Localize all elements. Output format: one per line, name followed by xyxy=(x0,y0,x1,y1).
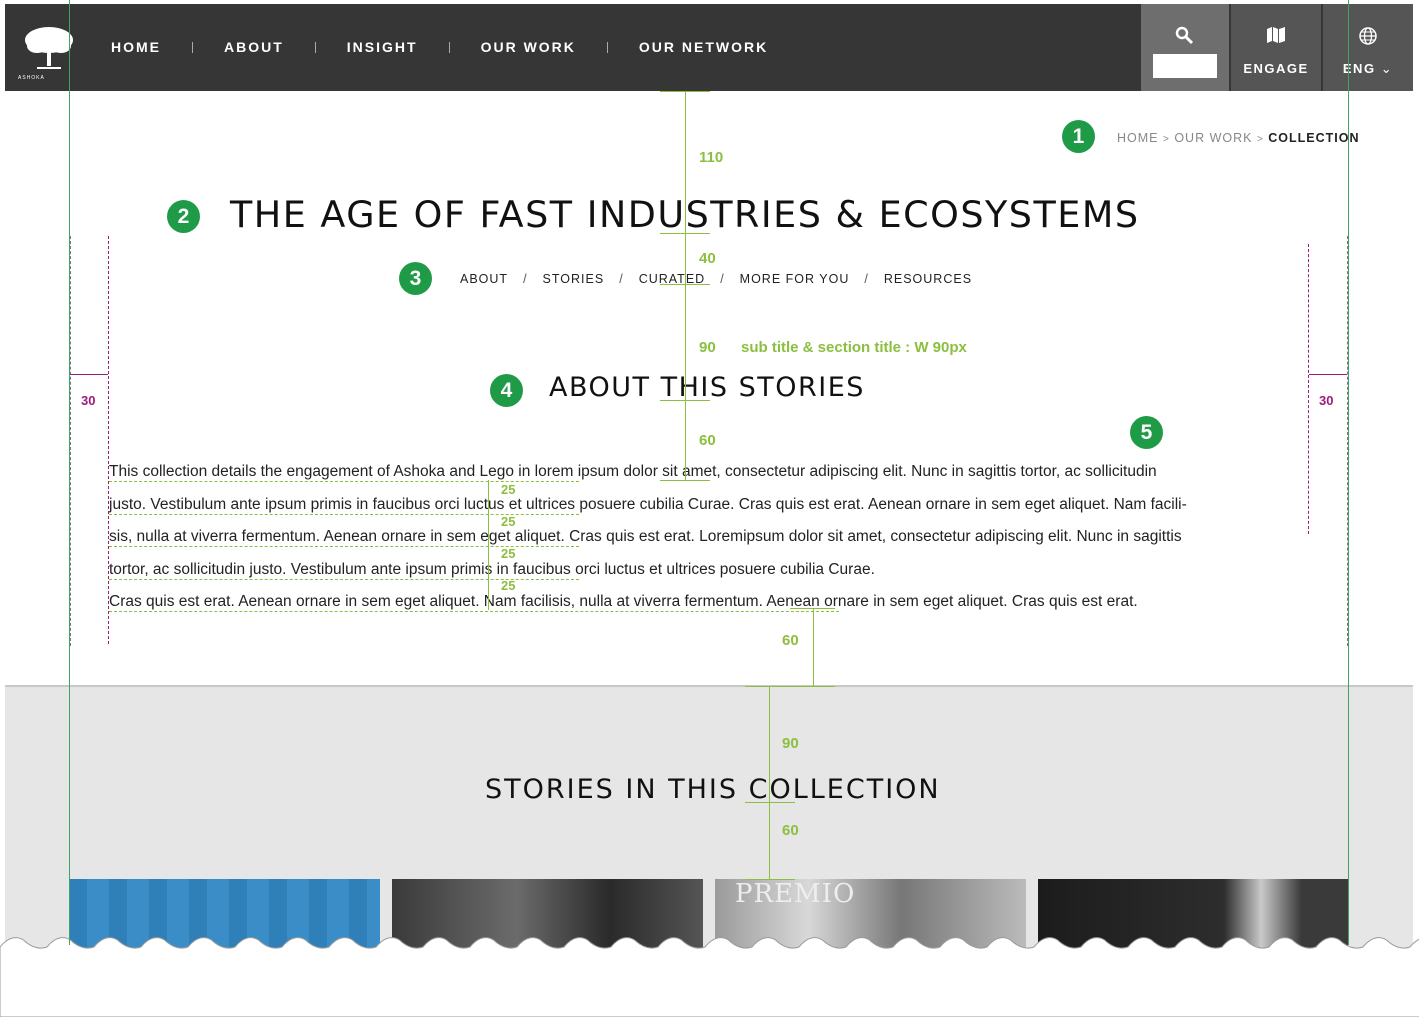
description-line: sis, nulla at viverra fermentum. Aenean … xyxy=(109,526,1312,559)
annotation-badge-5: 5 xyxy=(1130,416,1163,449)
spacing-60: 60 xyxy=(699,432,716,449)
description-line: This collection details the engagement o… xyxy=(109,461,1312,494)
description-line: justo. Vestibulum ante ipsum primis in f… xyxy=(109,494,1312,527)
stories-section-title: STORIES IN THIS COLLECTION xyxy=(485,774,941,805)
torn-edge-divider xyxy=(0,937,1419,1017)
nav-item-about[interactable]: ABOUT xyxy=(220,39,288,55)
padding-guide-right xyxy=(1308,244,1309,534)
measure-tick xyxy=(745,686,835,687)
annotation-badge-1: 1 xyxy=(1062,120,1095,153)
measure-line-vertical xyxy=(685,91,686,481)
measure-tick xyxy=(660,400,710,401)
breadcrumb-home[interactable]: HOME xyxy=(1117,131,1159,145)
spacing-90: 90 xyxy=(782,735,799,752)
section-title: ABOUT THIS STORIES xyxy=(549,372,865,403)
nav-item-home[interactable]: HOME xyxy=(107,39,165,55)
padding-marker-right xyxy=(1309,374,1347,375)
spacing-90: 90 xyxy=(699,339,716,356)
grid-guide-right xyxy=(1348,0,1349,945)
padding-marker-left xyxy=(70,374,108,375)
nav-item-our-work[interactable]: OUR WORK xyxy=(477,39,580,55)
subnav-item-stories[interactable]: STORIES xyxy=(543,272,605,286)
breadcrumb-our-work[interactable]: OUR WORK xyxy=(1174,131,1252,145)
measure-tick xyxy=(660,233,710,234)
collection-description: This collection details the engagement o… xyxy=(109,461,1312,624)
container-edge-right xyxy=(1347,236,1348,646)
nav-divider xyxy=(314,41,316,53)
story-card-3-image-text: PREMIO xyxy=(735,879,856,909)
description-line: Cras quis est erat. Aenean ornare in sem… xyxy=(109,591,1312,624)
nav-item-our-network[interactable]: OUR NETWORK xyxy=(635,39,772,55)
nav-divider xyxy=(448,41,450,53)
padding-left-value: 30 xyxy=(81,393,96,408)
spacing-60: 60 xyxy=(782,822,799,839)
padding-right-value: 30 xyxy=(1319,393,1334,408)
main-nav: HOME ABOUT INSIGHT OUR WORK OUR NETWORK xyxy=(107,39,772,55)
breadcrumb-current: COLLECTION xyxy=(1268,131,1360,145)
measure-line-vertical xyxy=(813,608,814,686)
language-label: ENG ⌄ xyxy=(1323,61,1413,77)
measure-tick xyxy=(660,480,710,481)
container-edge-left xyxy=(70,236,71,646)
search-icon[interactable] xyxy=(1141,26,1229,46)
subnav-item-resources[interactable]: RESOURCES xyxy=(884,272,972,286)
subnav-item-about[interactable]: ABOUT xyxy=(460,272,508,286)
line-height-25: 25 xyxy=(501,482,516,497)
nav-divider xyxy=(192,41,193,53)
globe-icon xyxy=(1323,26,1413,46)
subnav-separator: / xyxy=(720,272,725,286)
map-icon xyxy=(1231,26,1321,44)
header-tools: ENGAGE ENG ⌄ xyxy=(1139,4,1413,91)
search-input[interactable] xyxy=(1153,54,1217,78)
spacing-60: 60 xyxy=(782,632,799,649)
chevron-down-icon: ⌄ xyxy=(1380,61,1394,76)
measure-tick xyxy=(660,91,710,92)
nav-item-insight[interactable]: INSIGHT xyxy=(343,39,422,55)
search-tool[interactable] xyxy=(1141,4,1229,91)
annotation-badge-3: 3 xyxy=(399,262,432,295)
breadcrumb: HOME > OUR WORK > COLLECTION xyxy=(1117,131,1360,145)
measure-tick xyxy=(660,284,710,285)
breadcrumb-separator: > xyxy=(1162,134,1170,145)
subnav-separator: / xyxy=(523,272,528,286)
measure-tick xyxy=(745,802,795,803)
line-height-25: 25 xyxy=(501,546,516,561)
measure-tick xyxy=(745,879,795,880)
language-selector[interactable]: ENG ⌄ xyxy=(1323,4,1413,91)
ashoka-tree-logo-icon[interactable] xyxy=(23,22,75,74)
measure-line-vertical xyxy=(769,686,770,879)
annotation-badge-2: 2 xyxy=(167,200,200,233)
engage-label: ENGAGE xyxy=(1243,61,1309,76)
subnav-separator: / xyxy=(619,272,624,286)
subnav-separator: / xyxy=(864,272,869,286)
line-height-measure xyxy=(488,480,489,610)
breadcrumb-separator: > xyxy=(1256,134,1264,145)
logo-wordmark: ASHOKA xyxy=(18,75,45,81)
line-height-25: 25 xyxy=(501,578,516,593)
line-height-25: 25 xyxy=(501,514,516,529)
padding-guide-left xyxy=(108,236,109,644)
subnav-item-more-for-you[interactable]: MORE FOR YOU xyxy=(740,272,850,286)
description-line: tortor, ac sollicitudin justo. Vestibulu… xyxy=(109,559,1312,592)
spacing-110: 110 xyxy=(699,149,724,166)
nav-divider xyxy=(606,41,608,53)
annotation-badge-4: 4 xyxy=(490,374,523,407)
engage-button[interactable]: ENGAGE xyxy=(1231,4,1321,91)
top-navigation-bar: ASHOKA HOME ABOUT INSIGHT OUR WORK OUR N… xyxy=(5,4,1413,91)
spacing-note: sub title & section title : W 90px xyxy=(741,339,967,356)
measure-tick xyxy=(790,608,835,609)
collection-subnav: ABOUT / STORIES / CURATED / MORE FOR YOU… xyxy=(460,272,972,286)
spacing-40: 40 xyxy=(699,250,716,267)
